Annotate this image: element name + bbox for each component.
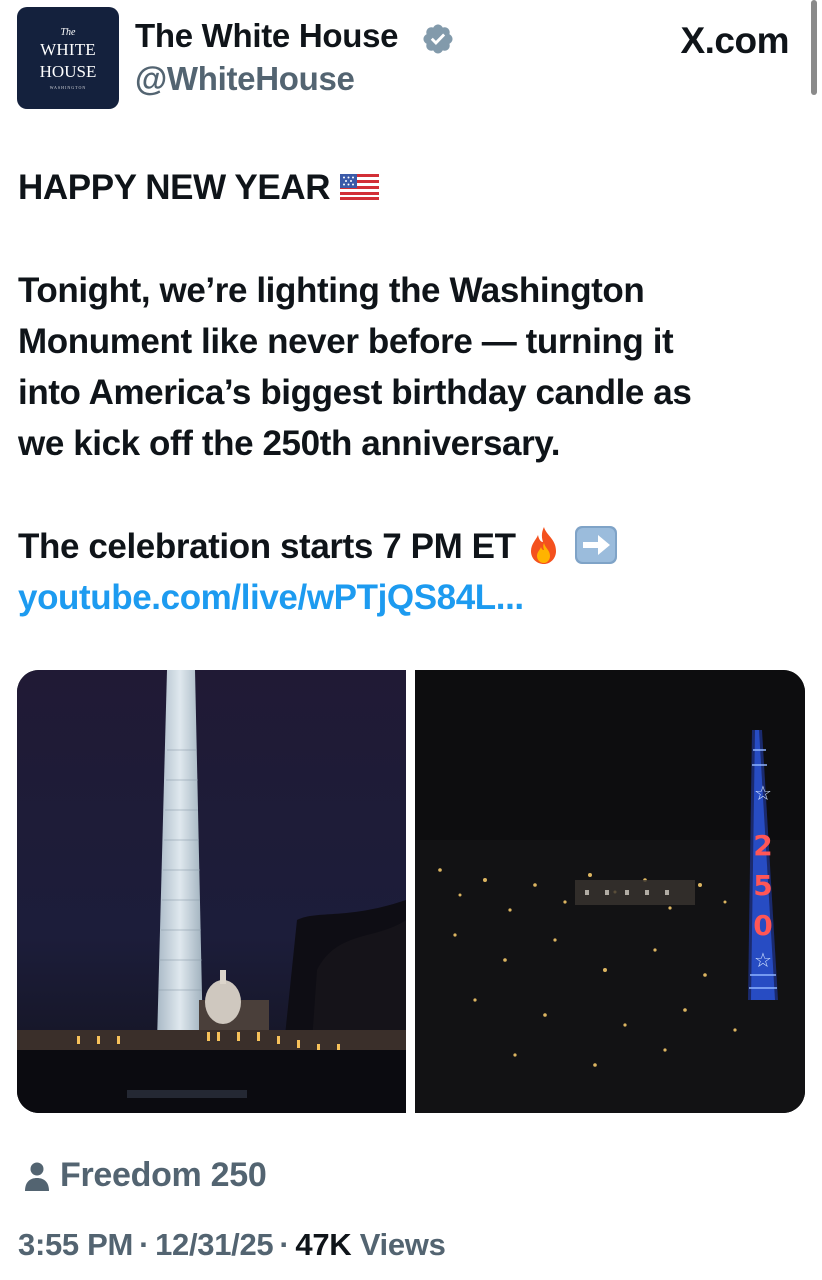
meta-separator: · xyxy=(279,1227,290,1262)
avatar[interactable]: The WHITE HOUSE WASHINGTON xyxy=(17,7,119,109)
meta-separator: · xyxy=(139,1227,150,1262)
post-meta: 3:55 PM · 12/31/25 · 47K Views xyxy=(18,1227,446,1263)
svg-text:5: 5 xyxy=(753,869,772,902)
body-line-2: Monument like never before — turning it xyxy=(18,322,674,361)
display-name[interactable]: The White House xyxy=(135,17,398,55)
svg-text:☆: ☆ xyxy=(754,781,772,805)
verified-badge-icon xyxy=(423,24,453,54)
community-label: Freedom 250 xyxy=(60,1156,267,1194)
photo-monument-capitol[interactable] xyxy=(17,670,406,1113)
post-date[interactable]: 12/31/25 xyxy=(155,1227,274,1262)
us-flag-icon xyxy=(340,173,380,200)
post-time[interactable]: 3:55 PM xyxy=(18,1227,133,1262)
avatar-text-white: WHITE xyxy=(40,40,96,59)
post-header: The WHITE HOUSE WASHINGTON The White Hou… xyxy=(17,7,797,109)
svg-text:0: 0 xyxy=(753,909,772,942)
youtube-link[interactable]: youtube.com/live/wPTjQS84L... xyxy=(18,572,524,623)
avatar-text-house: HOUSE xyxy=(39,62,97,81)
svg-text:2: 2 xyxy=(753,829,772,862)
body-line-1: Tonight, we’re lighting the Washington xyxy=(18,271,645,310)
person-icon xyxy=(25,1162,49,1191)
site-label: X.com xyxy=(680,20,789,61)
scrollbar[interactable] xyxy=(811,0,817,95)
post-headline: HAPPY NEW YEAR xyxy=(18,162,380,213)
views-count: 47K xyxy=(295,1227,352,1262)
avatar-text-the: The xyxy=(60,27,76,38)
media-divider xyxy=(406,670,415,1113)
celebration-text: The celebration starts 7 PM ET xyxy=(18,527,516,566)
post-celebration-line: The celebration starts 7 PM ET xyxy=(18,521,618,572)
views-label: Views xyxy=(359,1227,446,1262)
body-line-4: we kick off the 250th anniversary. xyxy=(18,424,561,463)
headline-text: HAPPY NEW YEAR xyxy=(18,168,331,207)
photo-monument-250[interactable]: ☆ 2 5 0 ☆ xyxy=(415,670,805,1113)
post-body: Tonight, we’re lighting the Washington M… xyxy=(18,265,692,469)
svg-text:☆: ☆ xyxy=(754,948,772,972)
account-handle[interactable]: @WhiteHouse xyxy=(135,60,355,98)
avatar-text-washington: WASHINGTON xyxy=(49,85,87,90)
body-line-3: into America’s biggest birthday candle a… xyxy=(18,373,692,412)
monument-250-display: 2 5 0 xyxy=(753,829,772,942)
media-grid: ☆ 2 5 0 ☆ xyxy=(17,670,805,1113)
right-arrow-icon xyxy=(574,525,617,564)
fire-icon xyxy=(530,526,556,564)
